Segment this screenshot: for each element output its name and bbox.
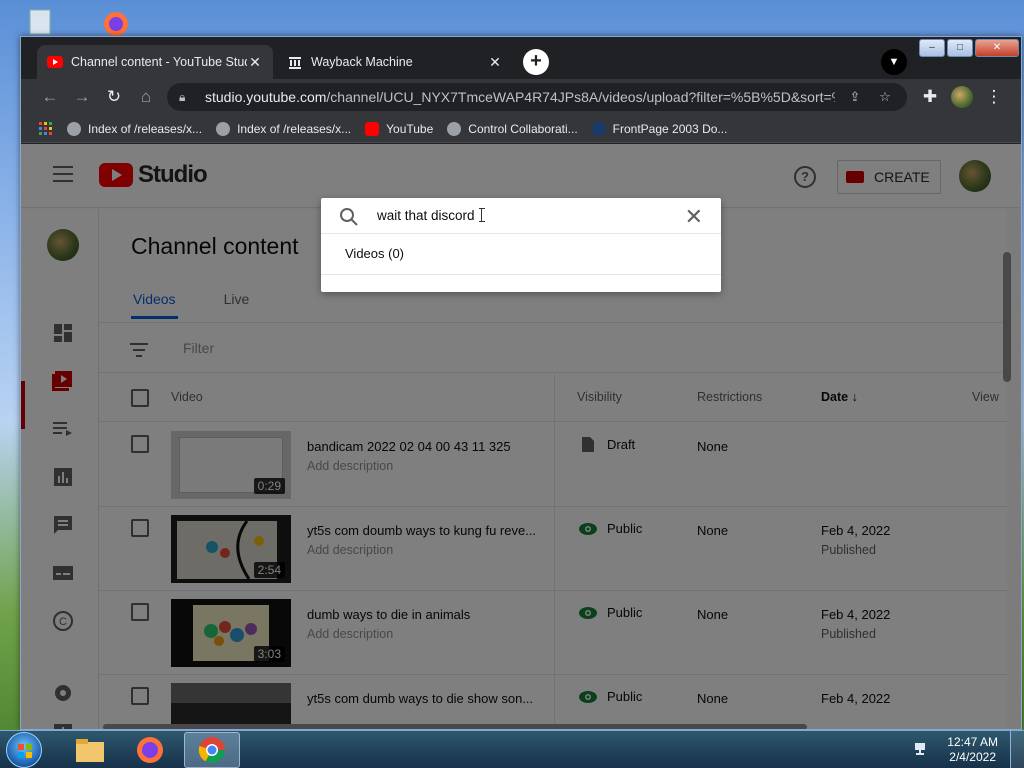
address-bar[interactable]: 🔒︎ studio.youtube.com/channel/UCU_NYX7Tm… <box>167 83 907 111</box>
browser-toolbar: ← → ↻ ⌂ 🔒︎ studio.youtube.com/channel/UC… <box>21 79 1021 115</box>
bookmarks-bar: Index of /releases/x... Index of /releas… <box>21 115 1021 143</box>
globe-icon <box>216 121 231 136</box>
divider <box>321 274 721 275</box>
tab-close-icon[interactable]: ✕ <box>247 54 263 71</box>
reload-icon[interactable]: ↻ <box>103 86 125 108</box>
show-desktop-button[interactable] <box>1010 731 1024 768</box>
tab-title: Wayback Machine <box>311 55 413 69</box>
clear-search-icon[interactable]: ✕ <box>685 204 703 230</box>
url-path: /channel/UCU_NYX7TmceWAP4R74JPs8A/videos… <box>326 89 835 105</box>
system-clock[interactable]: 12:47 AM 2/4/2022 <box>947 735 998 765</box>
share-icon[interactable]: ⇪ <box>845 89 865 105</box>
back-icon[interactable]: ← <box>39 86 61 108</box>
youtube-icon <box>365 121 380 136</box>
search-dropdown: wait that discord ✕ Videos (0) <box>321 198 721 292</box>
search-value: wait that discord <box>377 208 475 223</box>
clock-time: 12:47 AM <box>947 735 998 749</box>
extensions-icon[interactable]: ✚ <box>919 86 941 108</box>
bookmark-item[interactable]: YouTube <box>365 121 434 136</box>
tab-wayback-machine[interactable]: Wayback Machine ✕ <box>277 45 513 79</box>
tab-strip: Channel content - YouTube Studio ✕ Wayba… <box>21 37 1021 79</box>
wayback-favicon-icon <box>287 54 303 70</box>
tab-close-icon[interactable]: ✕ <box>487 54 503 71</box>
bookmark-item[interactable]: Index of /releases/x... <box>67 121 203 136</box>
windows-taskbar: 12:47 AM 2/4/2022 <box>0 730 1024 768</box>
maximize-button[interactable]: □ <box>947 39 973 57</box>
bookmark-label: FrontPage 2003 Do... <box>612 121 728 136</box>
search-result-videos[interactable]: Videos (0) <box>345 246 404 261</box>
bookmark-item[interactable]: Index of /releases/x... <box>216 121 352 136</box>
bookmark-label: Control Collaborati... <box>468 121 578 136</box>
desktop-firefox-icon[interactable] <box>96 6 136 36</box>
search-input[interactable]: wait that discord <box>377 208 485 223</box>
taskbar-chrome[interactable] <box>184 732 240 768</box>
taskbar-explorer[interactable] <box>62 732 118 768</box>
bookmark-label: Index of /releases/x... <box>237 121 352 136</box>
chrome-icon <box>198 737 226 764</box>
clock-date: 2/4/2022 <box>949 750 996 764</box>
youtube-studio-page: Studio ? CREATE C Channel content <box>21 144 1021 729</box>
text-cursor-icon <box>478 208 485 222</box>
network-icon[interactable] <box>914 741 930 757</box>
minimize-button[interactable]: – <box>919 39 945 57</box>
bookmark-item[interactable]: Control Collaborati... <box>447 121 578 136</box>
folder-icon <box>76 739 104 762</box>
firefox-icon <box>137 737 163 763</box>
lock-icon: 🔒︎ <box>179 89 186 104</box>
windows-logo-icon <box>18 744 32 758</box>
taskbar-firefox[interactable] <box>122 732 178 768</box>
search-icon <box>339 207 359 232</box>
globe-icon <box>447 121 462 136</box>
tab-title: Channel content - YouTube Studio <box>71 55 247 69</box>
home-icon[interactable]: ⌂ <box>135 86 157 108</box>
bookmark-star-icon[interactable]: ☆ <box>875 89 895 105</box>
new-tab-button[interactable]: + <box>523 49 549 75</box>
start-button[interactable] <box>6 732 42 768</box>
tab-youtube-studio[interactable]: Channel content - YouTube Studio ✕ <box>37 45 273 79</box>
youtube-favicon-icon <box>47 54 63 70</box>
menu-icon[interactable]: ⋮ <box>983 86 1005 108</box>
search-box[interactable]: wait that discord ✕ <box>321 198 721 234</box>
browser-window: Channel content - YouTube Studio ✕ Wayba… <box>20 36 1022 730</box>
globe-icon <box>67 121 81 136</box>
bookmark-label: YouTube <box>386 121 434 136</box>
desktop-recycle-bin-icon[interactable] <box>22 4 58 36</box>
profile-avatar[interactable] <box>951 86 973 108</box>
url-host: studio.youtube.com <box>205 89 327 105</box>
tab-search-icon[interactable]: ▼ <box>881 49 907 75</box>
frontpage-icon <box>591 121 606 136</box>
close-window-button[interactable]: ✕ <box>975 39 1019 57</box>
forward-icon[interactable]: → <box>71 86 93 108</box>
bookmark-item[interactable]: FrontPage 2003 Do... <box>591 121 728 136</box>
apps-icon[interactable] <box>39 121 53 136</box>
bookmark-label: Index of /releases/x... <box>88 121 203 136</box>
